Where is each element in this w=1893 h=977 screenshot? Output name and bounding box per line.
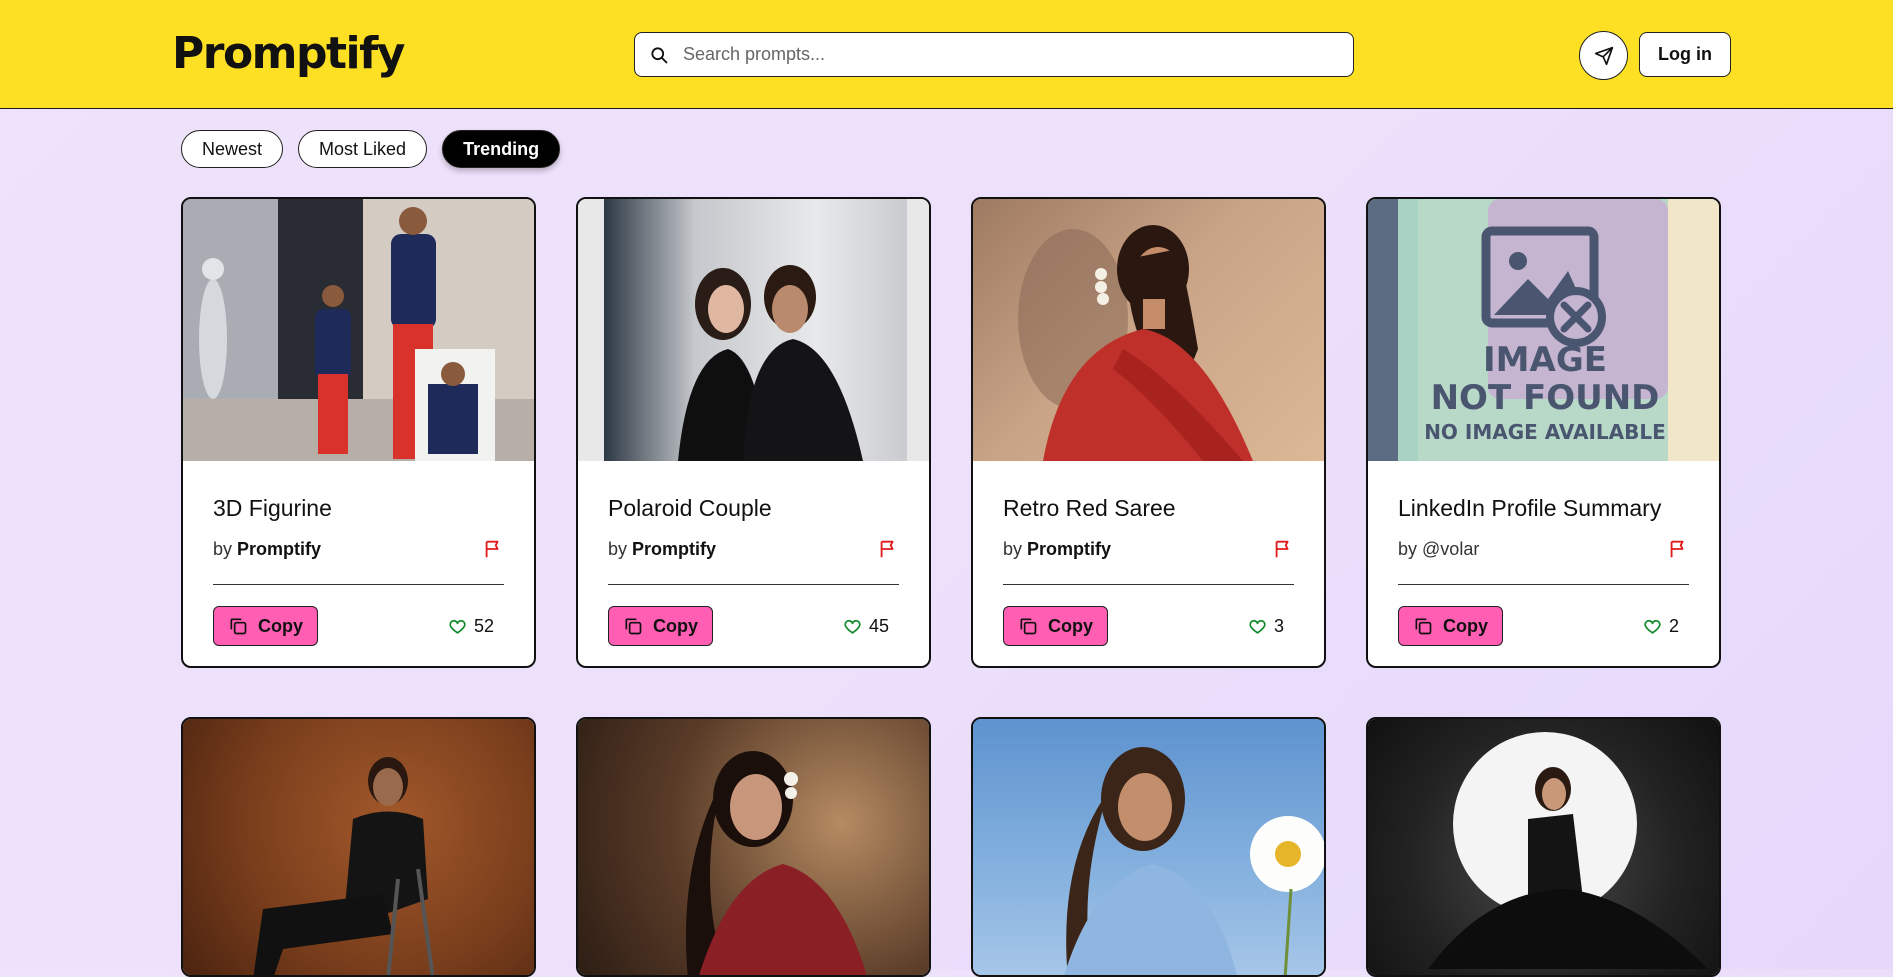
submit-prompt-button[interactable]: [1579, 31, 1628, 80]
prompt-card[interactable]: Polaroid Couple by Promptify Copy 45: [576, 197, 931, 668]
woman-blue-sweater-daisy-photo: [973, 719, 1324, 975]
placeholder-line2: NOT FOUND: [1431, 378, 1660, 418]
like-count: 45: [868, 615, 889, 636]
prompt-card[interactable]: IMAGE NOT FOUND NO IMAGE AVAILABLE Linke…: [1366, 197, 1721, 668]
card-divider: [1003, 584, 1294, 585]
cricketer-figurine-photo: [183, 199, 534, 461]
prompt-card[interactable]: [576, 717, 931, 977]
search-box[interactable]: [634, 32, 1354, 77]
heart-icon: [1249, 619, 1266, 634]
author-name[interactable]: @volar: [1422, 539, 1479, 559]
report-flag-icon[interactable]: [1272, 538, 1294, 560]
report-flag-icon[interactable]: [482, 538, 504, 560]
heart-icon: [844, 619, 861, 634]
woman-black-gown-spotlight-photo: [1368, 719, 1719, 975]
author-name[interactable]: Promptify: [237, 539, 321, 559]
card-title[interactable]: Polaroid Couple: [608, 495, 899, 522]
prompt-card[interactable]: [181, 717, 536, 977]
app-logo[interactable]: Promptify: [172, 28, 405, 79]
woman-red-saree-photo: [973, 199, 1324, 461]
report-flag-icon[interactable]: [1667, 538, 1689, 560]
card-author: by Promptify: [213, 538, 322, 559]
card-title[interactable]: Retro Red Saree: [1003, 495, 1294, 522]
sort-filters: Newest Most Liked Trending: [181, 130, 561, 168]
search-input[interactable]: [683, 44, 1353, 65]
woman-maroon-saree-photo: [578, 719, 929, 975]
like-button[interactable]: 45: [843, 616, 889, 637]
send-icon: [1594, 46, 1613, 65]
like-button[interactable]: 3: [1248, 616, 1284, 637]
copy-label: Copy: [653, 615, 698, 636]
prompt-card[interactable]: Retro Red Saree by Promptify Copy 3: [971, 197, 1326, 668]
copy-button[interactable]: Copy: [608, 606, 713, 646]
like-count: 3: [1273, 615, 1284, 636]
man-seated-brown-backdrop-photo: [183, 719, 534, 975]
author-name[interactable]: Promptify: [632, 539, 716, 559]
image-not-found-placeholder: IMAGE NOT FOUND NO IMAGE AVAILABLE: [1368, 199, 1719, 461]
prompt-card[interactable]: [1366, 717, 1721, 977]
prompt-card[interactable]: 3D Figurine by Promptify Copy 52: [181, 197, 536, 668]
copy-icon: [1415, 618, 1432, 635]
top-bar: Promptify Log in: [0, 0, 1893, 109]
like-button[interactable]: 2: [1643, 616, 1679, 637]
like-count: 52: [473, 615, 494, 636]
card-author: by Promptify: [1003, 538, 1112, 559]
card-divider: [608, 584, 899, 585]
prompt-card[interactable]: [971, 717, 1326, 977]
couple-polaroid-photo: [578, 199, 929, 461]
copy-label: Copy: [1048, 615, 1093, 636]
placeholder-line1: IMAGE: [1483, 340, 1607, 380]
card-divider: [1398, 584, 1689, 585]
card-author: by @volar: [1398, 538, 1480, 559]
card-title[interactable]: LinkedIn Profile Summary: [1398, 495, 1689, 522]
report-flag-icon[interactable]: [877, 538, 899, 560]
copy-icon: [230, 618, 247, 635]
heart-icon: [449, 619, 466, 634]
copy-button[interactable]: Copy: [1398, 606, 1503, 646]
copy-icon: [1020, 618, 1037, 635]
like-count: 2: [1668, 615, 1679, 636]
copy-label: Copy: [258, 615, 303, 636]
filter-most-liked[interactable]: Most Liked: [298, 130, 428, 168]
like-button[interactable]: 52: [448, 616, 494, 637]
copy-label: Copy: [1443, 615, 1488, 636]
login-button[interactable]: Log in: [1639, 32, 1731, 77]
card-divider: [213, 584, 504, 585]
placeholder-line3: NO IMAGE AVAILABLE: [1424, 420, 1666, 444]
card-author: by Promptify: [608, 538, 717, 559]
filter-trending[interactable]: Trending: [442, 130, 561, 168]
filter-newest[interactable]: Newest: [181, 130, 284, 168]
copy-button[interactable]: Copy: [1003, 606, 1108, 646]
card-title[interactable]: 3D Figurine: [213, 495, 504, 522]
copy-icon: [625, 618, 642, 635]
search-icon: [651, 46, 668, 63]
heart-icon: [1644, 619, 1661, 634]
author-name[interactable]: Promptify: [1027, 539, 1111, 559]
copy-button[interactable]: Copy: [213, 606, 318, 646]
